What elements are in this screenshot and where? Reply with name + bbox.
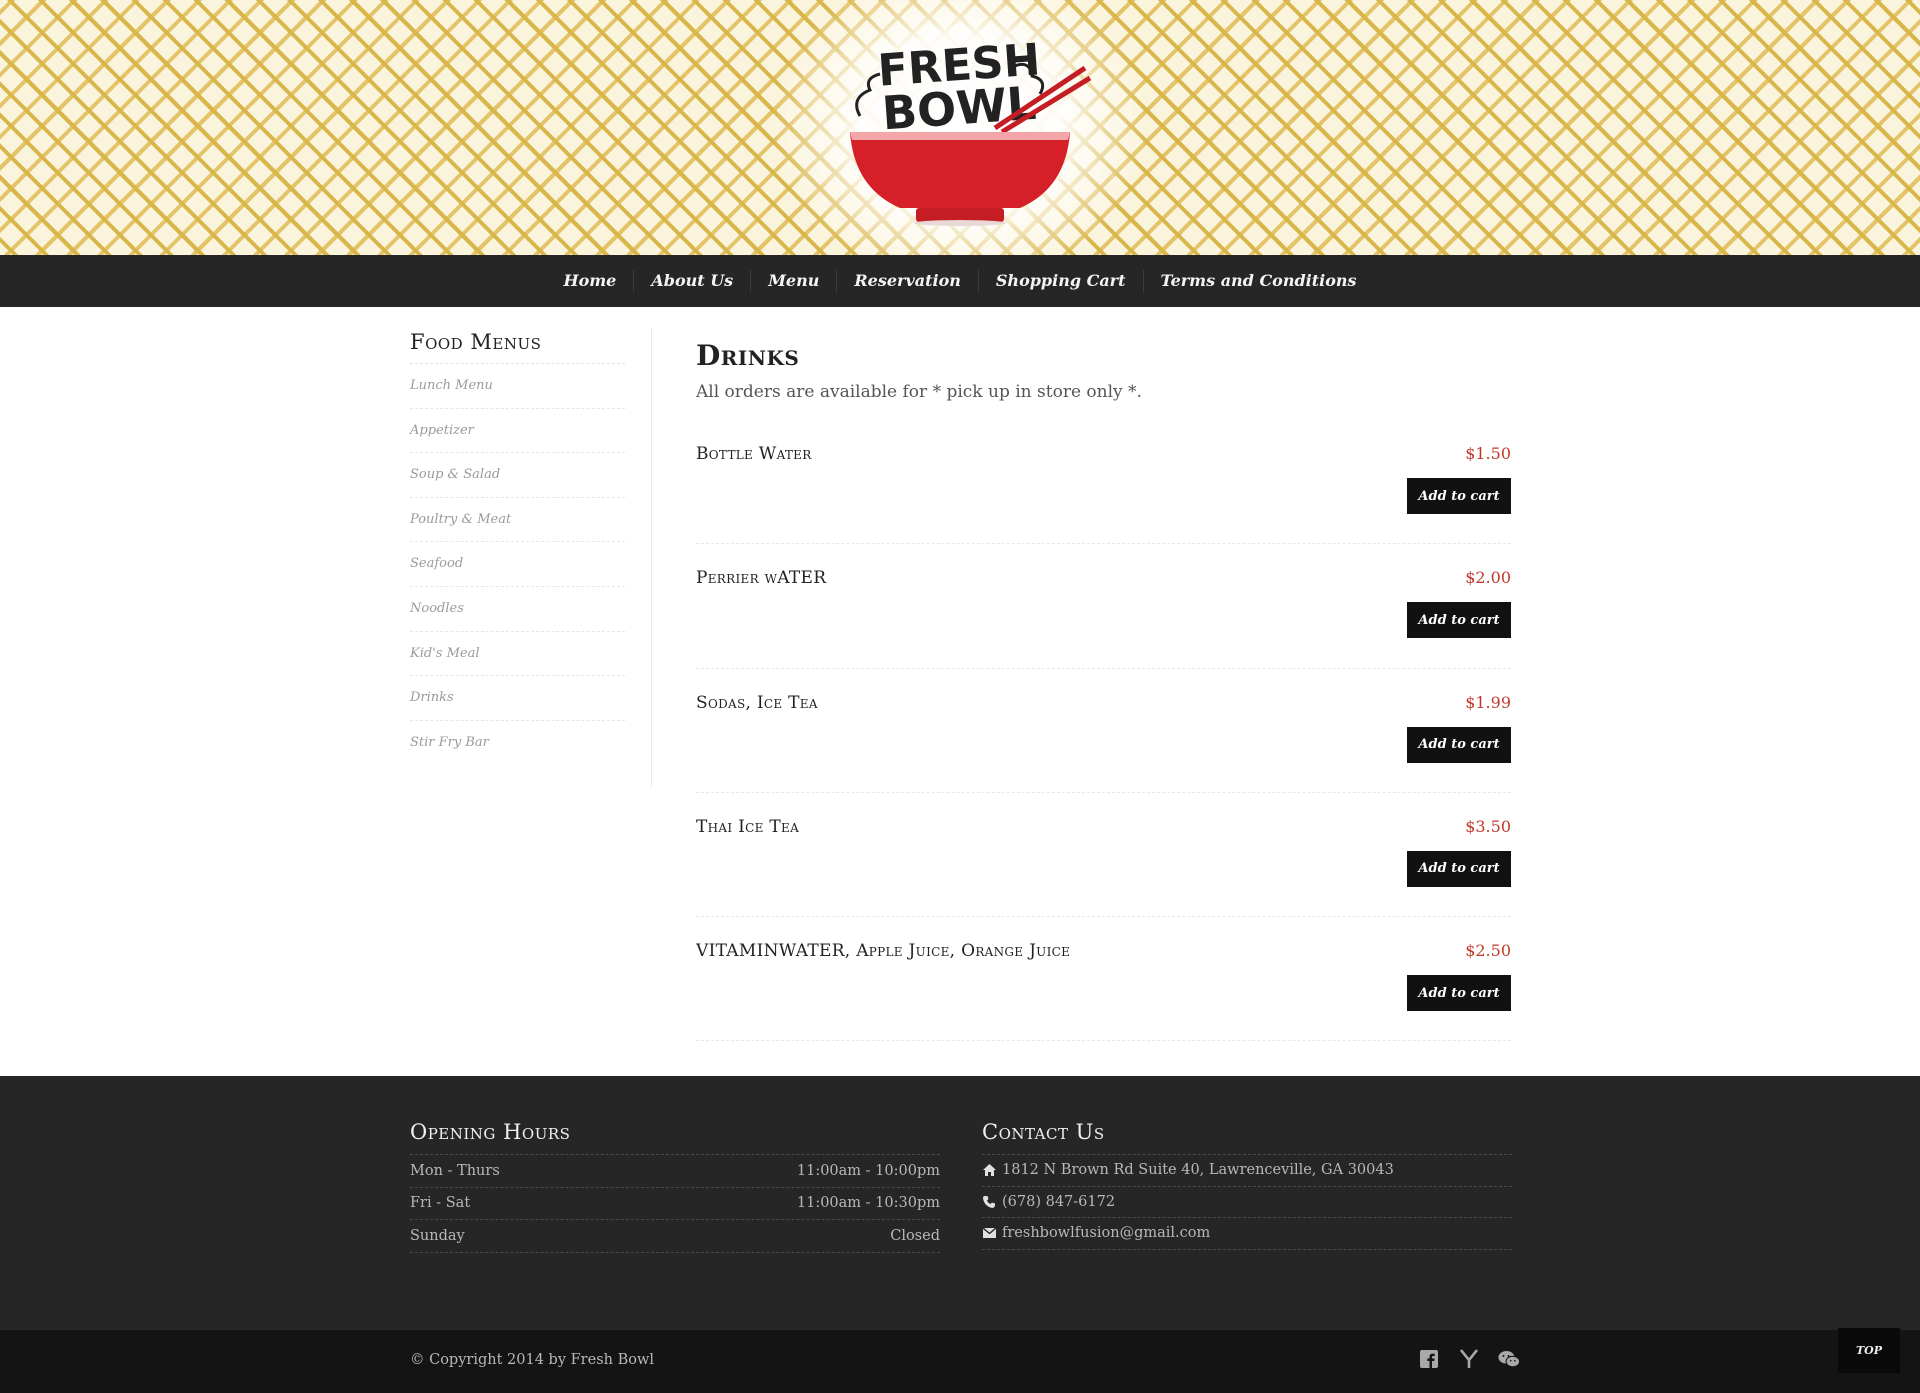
svg-text:BOWL: BOWL [880, 76, 1038, 141]
food-menus-sidebar: Food Menus Lunch Menu Appetizer Soup & S… [410, 330, 625, 765]
sidebar-item-soup-salad[interactable]: Soup & Salad [410, 453, 625, 498]
item-name: Sodas, Ice Tea [696, 692, 818, 713]
opening-hours: Opening Hours Mon - Thurs 11:00am - 10:0… [410, 1120, 940, 1253]
sidebar-divider [651, 328, 652, 788]
item-price: $1.50 [1465, 444, 1511, 463]
add-to-cart-button[interactable]: Add to cart [1407, 478, 1511, 514]
item-price: $2.00 [1465, 568, 1511, 588]
contact-us-title: Contact Us [982, 1120, 1512, 1155]
nav-reservation[interactable]: Reservation [836, 270, 978, 292]
phone-icon [982, 1195, 996, 1209]
hours-time: 11:00am - 10:00pm [796, 1162, 940, 1179]
yelp-icon[interactable] [1458, 1348, 1480, 1370]
pickup-notice: All orders are available for * pick up i… [696, 382, 1142, 402]
item-name: Perrier wATER [696, 568, 827, 589]
main-navigation: Home About Us Menu Reservation Shopping … [0, 255, 1920, 307]
item-name: Bottle Water [696, 444, 812, 464]
hours-days: Sunday [410, 1227, 465, 1244]
back-to-top-button[interactable]: TOP [1838, 1328, 1900, 1373]
nav-home[interactable]: Home [546, 270, 633, 292]
site-footer: Opening Hours Mon - Thurs 11:00am - 10:0… [0, 1076, 1920, 1330]
phone-text[interactable]: (678) 847-6172 [1002, 1194, 1115, 1210]
contact-us: Contact Us 1812 N Brown Rd Suite 40, Law… [982, 1120, 1512, 1250]
contact-email: freshbowlfusion@gmail.com [982, 1218, 1512, 1250]
sidebar-item-stir-fry-bar[interactable]: Stir Fry Bar [410, 721, 625, 766]
sidebar-item-appetizer[interactable]: Appetizer [410, 409, 625, 454]
hours-row: Mon - Thurs 11:00am - 10:00pm [410, 1155, 940, 1188]
nav-about-us[interactable]: About Us [633, 270, 750, 292]
sidebar-item-seafood[interactable]: Seafood [410, 542, 625, 587]
item-price: $1.99 [1465, 692, 1511, 712]
email-text[interactable]: freshbowlfusion@gmail.com [1002, 1225, 1210, 1241]
nav-menu[interactable]: Menu [750, 270, 836, 292]
menu-item: Sodas, Ice Tea $1.99 Add to cart [696, 669, 1511, 793]
hours-row: Fri - Sat 11:00am - 10:30pm [410, 1188, 940, 1220]
menu-item: Bottle Water $1.50 Add to cart [696, 420, 1511, 545]
sidebar-item-noodles[interactable]: Noodles [410, 587, 625, 632]
hours-time: 11:00am - 10:30pm [796, 1195, 940, 1212]
hours-time: Closed [890, 1227, 940, 1244]
item-name: VITAMINWATER, Apple Juice, Orange Juice [696, 941, 1071, 962]
fresh-bowl-logo[interactable]: FRESH BOWL [820, 28, 1100, 228]
drinks-menu-content: Drinks All orders are available for * pi… [696, 336, 1511, 1042]
item-price: $3.50 [1465, 816, 1511, 836]
item-name: Thai Ice Tea [696, 816, 800, 837]
nav-shopping-cart[interactable]: Shopping Cart [977, 270, 1143, 292]
add-to-cart-button[interactable]: Add to cart [1407, 726, 1511, 763]
menu-item: Thai Ice Tea $3.50 Add to cart [696, 793, 1511, 918]
site-header: FRESH BOWL [0, 0, 1920, 255]
facebook-icon[interactable] [1418, 1348, 1440, 1370]
menu-item-list: Bottle Water $1.50 Add to cart Perrier w… [696, 420, 1511, 1042]
page-title: Drinks [696, 339, 800, 372]
menu-item: Perrier wATER $2.00 Add to cart [696, 544, 1511, 669]
nav-terms[interactable]: Terms and Conditions [1142, 270, 1374, 292]
envelope-icon [982, 1226, 996, 1240]
copyright-text: © Copyright 2014 by Fresh Bowl [410, 1352, 655, 1368]
hours-days: Mon - Thurs [410, 1162, 500, 1179]
sidebar-item-drinks[interactable]: Drinks [410, 676, 625, 721]
contact-phone: (678) 847-6172 [982, 1187, 1512, 1218]
home-icon [982, 1163, 996, 1177]
wechat-icon[interactable] [1498, 1348, 1520, 1370]
sidebar-item-kids-meal[interactable]: Kid's Meal [410, 632, 625, 677]
contact-address: 1812 N Brown Rd Suite 40, Lawrenceville,… [982, 1155, 1512, 1187]
hours-days: Fri - Sat [410, 1195, 471, 1212]
add-to-cart-button[interactable]: Add to cart [1407, 850, 1511, 887]
sidebar-item-poultry-meat[interactable]: Poultry & Meat [410, 498, 625, 543]
bottom-bar: © Copyright 2014 by Fresh Bowl [0, 1330, 1920, 1393]
opening-hours-title: Opening Hours [410, 1120, 940, 1155]
add-to-cart-button[interactable]: Add to cart [1407, 602, 1511, 639]
add-to-cart-button[interactable]: Add to cart [1407, 975, 1511, 1012]
sidebar-item-lunch-menu[interactable]: Lunch Menu [410, 364, 625, 409]
hours-row: Sunday Closed [410, 1220, 940, 1253]
item-price: $2.50 [1465, 941, 1511, 961]
address-text: 1812 N Brown Rd Suite 40, Lawrenceville,… [1002, 1162, 1394, 1179]
menu-item: VITAMINWATER, Apple Juice, Orange Juice … [696, 917, 1511, 1042]
social-links [1418, 1348, 1520, 1370]
sidebar-title: Food Menus [410, 330, 625, 364]
